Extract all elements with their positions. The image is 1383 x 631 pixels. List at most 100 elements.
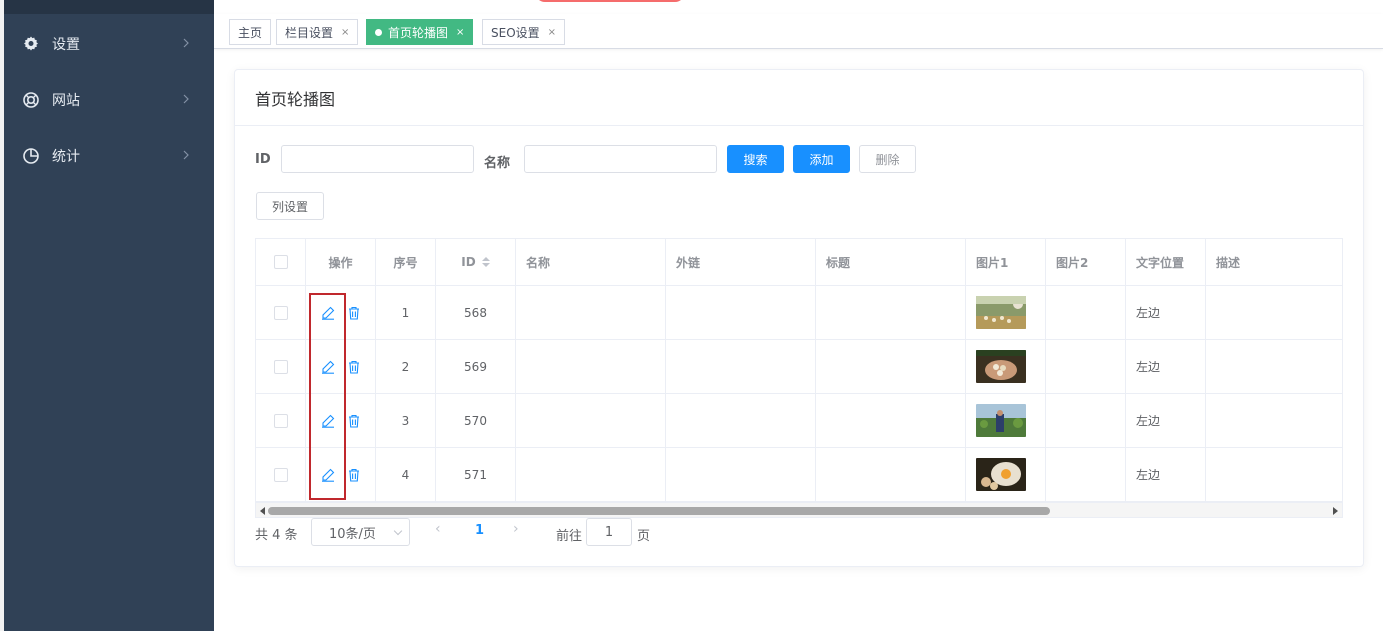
- card-title: 首页轮播图: [235, 70, 1363, 126]
- trash-icon[interactable]: [347, 360, 361, 374]
- trash-icon[interactable]: [347, 306, 361, 320]
- row-actions: [306, 340, 376, 393]
- prev-page-button[interactable]: ‹: [435, 521, 441, 537]
- table-row: 1 568 左边: [256, 286, 1342, 340]
- row-checkbox[interactable]: [273, 305, 288, 320]
- tag-home-carousel[interactable]: 首页轮播图 ×: [366, 19, 474, 45]
- table-header-row: 操作 序号 ID 名称 外链 标题 图片1 图片2 文字位置 描述: [256, 239, 1342, 286]
- row-title: [816, 286, 966, 339]
- row-title: [816, 340, 966, 393]
- tag-label: SEO设置: [491, 25, 540, 40]
- close-icon[interactable]: ×: [341, 27, 349, 38]
- column-header: 操作: [306, 239, 376, 285]
- chevron-right-icon: [180, 36, 192, 50]
- row-image1: [966, 340, 1046, 393]
- select-all-checkbox[interactable]: [273, 255, 288, 269]
- pagination-total: 共 4 条: [255, 528, 298, 543]
- close-icon[interactable]: ×: [456, 27, 464, 38]
- edit-icon[interactable]: [321, 306, 335, 320]
- row-text-position: 左边: [1126, 286, 1206, 339]
- row-checkbox[interactable]: [273, 467, 288, 482]
- sidebar-item-label: 设置: [52, 37, 80, 53]
- column-header: 图片2: [1046, 239, 1126, 285]
- row-checkbox[interactable]: [273, 359, 288, 374]
- row-select-cell: [256, 286, 306, 339]
- row-title: [816, 448, 966, 501]
- row-link: [666, 286, 816, 339]
- sidebar-item-settings[interactable]: 设置: [4, 24, 214, 64]
- scroll-left-icon[interactable]: [260, 507, 265, 515]
- row-title: [816, 394, 966, 447]
- tag-seo-settings[interactable]: SEO设置 ×: [482, 19, 566, 45]
- column-header: 文字位置: [1126, 239, 1206, 285]
- gear-icon: [22, 35, 40, 53]
- chevron-right-icon: [180, 148, 192, 162]
- row-link: [666, 394, 816, 447]
- scrollbar-thumb[interactable]: [268, 507, 1050, 515]
- row-actions: [306, 286, 376, 339]
- pie-chart-icon: [22, 147, 40, 165]
- tag-label: 栏目设置: [285, 25, 334, 40]
- row-index: 4: [376, 448, 436, 501]
- page-size-select[interactable]: 10条/页: [311, 518, 410, 546]
- column-header: 序号: [376, 239, 436, 285]
- row-link: [666, 448, 816, 501]
- row-id: 571: [436, 448, 516, 501]
- sidebar: 设置 网站 统计: [4, 0, 214, 631]
- row-id: 570: [436, 394, 516, 447]
- content-card: 首页轮播图 ID 名称 搜索 添加 删除 列设置 操作 序号 ID 名称 外链 …: [234, 69, 1364, 567]
- table-horizontal-scrollbar[interactable]: [255, 502, 1343, 518]
- sidebar-item-label: 统计: [52, 149, 80, 165]
- row-actions: [306, 448, 376, 501]
- goto-label: 前往: [556, 529, 583, 544]
- next-page-button[interactable]: ›: [513, 521, 519, 537]
- column-header: 图片1: [966, 239, 1046, 285]
- tag-label: 主页: [238, 25, 263, 40]
- tag-home[interactable]: 主页: [229, 19, 272, 45]
- row-actions: [306, 394, 376, 447]
- scroll-right-icon[interactable]: [1333, 507, 1338, 515]
- row-text-position: 左边: [1126, 340, 1206, 393]
- name-filter-input[interactable]: [524, 145, 717, 173]
- sort-icon[interactable]: [481, 257, 490, 267]
- chevron-right-icon: [180, 92, 192, 106]
- search-button[interactable]: 搜索: [727, 145, 784, 173]
- sidebar-top: [4, 0, 214, 14]
- tag-column-settings[interactable]: 栏目设置 ×: [276, 19, 359, 45]
- farm-chickens-thumbnail: [976, 296, 1026, 329]
- sidebar-item-website[interactable]: 网站: [4, 80, 214, 120]
- column-header-id[interactable]: ID: [436, 239, 516, 285]
- farmer-field-thumbnail: [976, 404, 1026, 437]
- table-row: 4 571 左边: [256, 448, 1342, 502]
- row-description: [1206, 286, 1342, 339]
- column-header: 描述: [1216, 255, 1241, 270]
- row-select-cell: [256, 394, 306, 447]
- table-row: 2 569 左边: [256, 340, 1342, 394]
- edit-icon[interactable]: [321, 360, 335, 374]
- row-image2: [1046, 286, 1126, 339]
- row-name: [516, 340, 666, 393]
- add-button[interactable]: 添加: [793, 145, 850, 173]
- row-image2: [1046, 340, 1126, 393]
- edit-icon[interactable]: [321, 414, 335, 428]
- row-name: [516, 286, 666, 339]
- edit-icon[interactable]: [321, 468, 335, 482]
- id-filter-input[interactable]: [281, 145, 474, 173]
- page-number-current[interactable]: 1: [475, 523, 484, 538]
- trash-icon[interactable]: [347, 468, 361, 482]
- lifebuoy-icon: [22, 91, 40, 109]
- column-settings-button[interactable]: 列设置: [256, 192, 324, 220]
- select-all-cell: [256, 239, 306, 285]
- delete-button[interactable]: 删除: [859, 145, 916, 173]
- trash-icon[interactable]: [347, 414, 361, 428]
- row-select-cell: [256, 448, 306, 501]
- sidebar-item-statistics[interactable]: 统计: [4, 136, 214, 176]
- goto-page-input[interactable]: 1: [586, 518, 632, 546]
- column-header-label: ID: [461, 255, 476, 269]
- row-checkbox[interactable]: [273, 413, 288, 428]
- close-icon[interactable]: ×: [548, 27, 556, 38]
- top-alert-button[interactable]: [535, 0, 685, 2]
- row-text-position: 左边: [1126, 394, 1206, 447]
- row-select-cell: [256, 340, 306, 393]
- column-header: 外链: [666, 239, 816, 285]
